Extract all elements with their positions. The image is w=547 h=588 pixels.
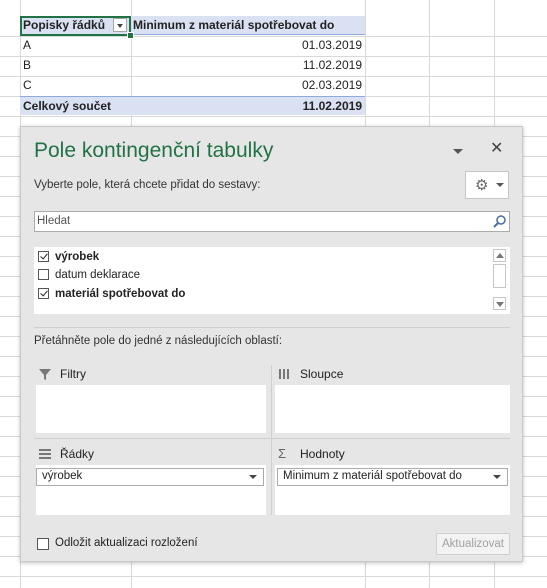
area-divider-vertical — [271, 365, 272, 515]
field-checkbox[interactable] — [38, 288, 49, 299]
field-label: materiál spotřebovat do — [55, 288, 186, 300]
rows-drop-zone[interactable]: výrobek — [36, 465, 266, 515]
gear-icon: ⚙ — [475, 177, 489, 194]
columns-area-header: Sloupce — [278, 365, 498, 383]
field-list: výrobek datum deklarace materiál spotřeb… — [34, 247, 510, 314]
close-icon[interactable]: ✕ — [490, 140, 503, 158]
grand-total-value[interactable]: 11.02.2019 — [130, 97, 365, 116]
filter-icon — [39, 369, 51, 380]
defer-update-label: Odložit aktualizaci rozložení — [55, 537, 198, 549]
area-divider-horizontal — [34, 438, 510, 439]
values-area-label: Hodnoty — [300, 447, 345, 461]
pivottable-fields-pane: Pole kontingenční tabulky ✕ Vyberte pole… — [20, 126, 523, 562]
pivot-row-value[interactable]: 02.03.2019 — [130, 76, 365, 95]
field-list-scrollbar[interactable] — [493, 249, 508, 312]
pivot-row: C 02.03.2019 — [20, 76, 365, 95]
filters-drop-zone[interactable] — [36, 385, 266, 433]
search-input[interactable]: Hledat — [34, 211, 510, 232]
sigma-icon: Σ — [278, 446, 287, 461]
chevron-down-icon[interactable] — [249, 475, 257, 479]
divider — [34, 327, 510, 328]
chevron-down-icon — [496, 183, 504, 187]
grand-total-label[interactable]: Celkový součet — [20, 97, 131, 116]
rows-icon — [39, 449, 51, 459]
field-checkbox[interactable] — [38, 269, 49, 280]
scroll-thumb[interactable] — [493, 264, 506, 288]
pane-options-dropdown-icon[interactable] — [452, 147, 464, 157]
tools-button[interactable]: ⚙ — [465, 171, 509, 199]
drag-areas-instruction: Přetáhněte pole do jedné z následujících… — [34, 335, 283, 347]
columns-area-label: Sloupce — [300, 367, 344, 381]
values-drop-zone[interactable]: Minimum z materiál spotřebovat do — [275, 465, 510, 515]
pivot-row-label[interactable]: C — [20, 76, 131, 95]
pane-title: Pole kontingenční tabulky — [34, 139, 274, 162]
rows-field-chip-label: výrobek — [42, 470, 83, 482]
rows-field-chip[interactable]: výrobek — [36, 468, 264, 486]
columns-drop-zone[interactable] — [275, 385, 510, 433]
search-placeholder: Hledat — [37, 215, 71, 227]
fill-handle[interactable] — [127, 32, 134, 39]
filters-area-header: Filtry — [38, 365, 258, 383]
rows-area-label: Řádky — [60, 447, 95, 461]
filters-area-label: Filtry — [60, 367, 86, 381]
rows-area-header: Řádky — [38, 445, 258, 463]
active-cell-selection — [20, 16, 131, 36]
field-label: výrobek — [55, 251, 100, 263]
pivot-row: B 11.02.2019 — [20, 56, 365, 75]
choose-fields-instruction: Vyberte pole, která chcete přidat do ses… — [34, 179, 261, 191]
values-area-header: Σ Hodnoty — [278, 445, 498, 463]
pivot-row-label[interactable]: B — [20, 56, 131, 75]
chevron-down-icon[interactable] — [493, 475, 501, 479]
values-field-chip[interactable]: Minimum z materiál spotřebovat do — [277, 468, 508, 486]
defer-update-checkbox[interactable] — [37, 538, 49, 550]
columns-icon — [279, 369, 289, 379]
field-checkbox[interactable] — [38, 251, 49, 262]
scroll-down-button[interactable] — [493, 297, 506, 310]
pivot-row: A 01.03.2019 — [20, 36, 365, 55]
update-button[interactable]: Aktualizovat — [436, 533, 510, 555]
pivot-total-row: Celkový součet 11.02.2019 — [20, 96, 365, 115]
pivot-row-value[interactable]: 11.02.2019 — [130, 56, 365, 75]
search-icon — [493, 215, 506, 228]
pivot-row-label[interactable]: A — [20, 36, 131, 55]
value-column-header[interactable]: Minimum z materiál spotřebovat do — [130, 16, 368, 35]
pivot-row-value[interactable]: 01.03.2019 — [130, 36, 365, 55]
values-field-chip-label: Minimum z materiál spotřebovat do — [283, 470, 462, 482]
scroll-up-button[interactable] — [493, 249, 506, 262]
field-label: datum deklarace — [55, 269, 141, 281]
